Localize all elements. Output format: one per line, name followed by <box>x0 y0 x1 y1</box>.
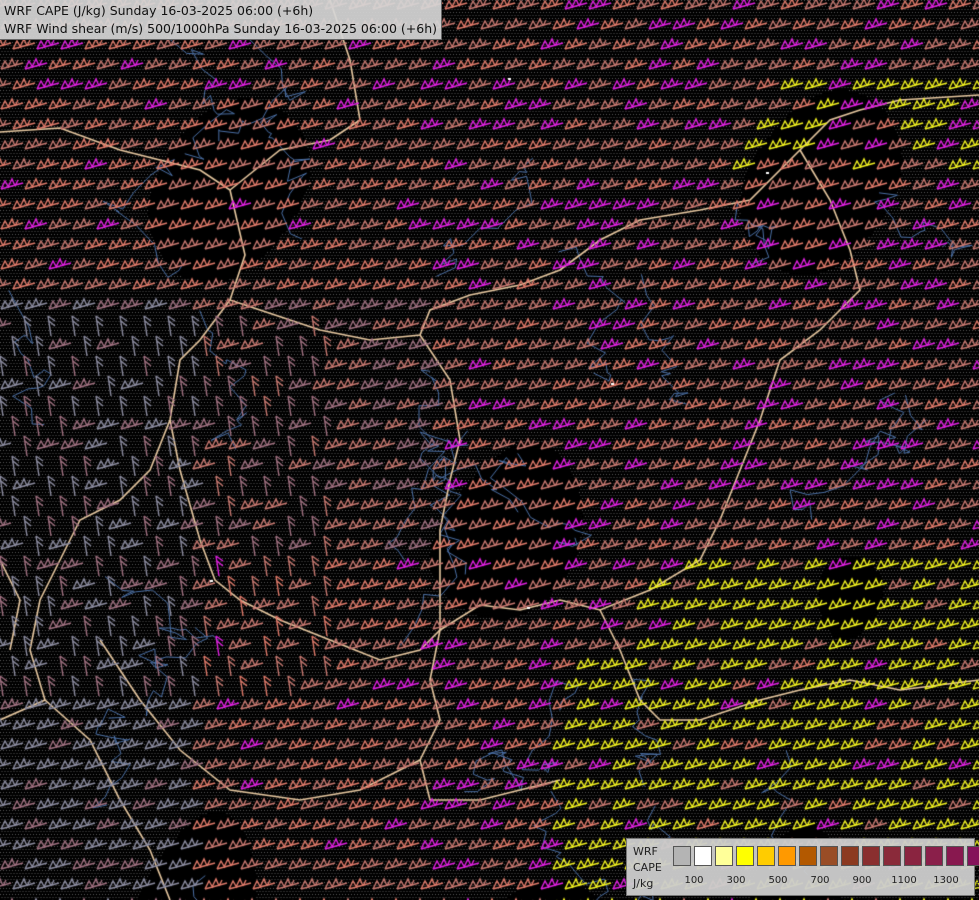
legend-swatch <box>673 846 691 866</box>
legend-swatch <box>967 846 979 866</box>
legend-label-wrf: WRF <box>633 845 658 858</box>
legend-swatch <box>778 846 796 866</box>
legend-swatch <box>841 846 859 866</box>
cape-title: WRF CAPE (J/kg) Sunday 16-03-2025 06:00 … <box>4 3 314 18</box>
legend-swatch <box>736 846 754 866</box>
legend-swatch <box>946 846 964 866</box>
legend-swatch <box>862 846 880 866</box>
legend-tick-label: 1100 <box>891 875 917 886</box>
legend-swatch <box>757 846 775 866</box>
legend-tick-label: 300 <box>726 875 746 886</box>
legend-swatch <box>904 846 922 866</box>
legend-swatch <box>715 846 733 866</box>
legend-label-unit: J/kg <box>633 877 654 890</box>
wind-shear-title: WRF Wind shear (m/s) 500/1000hPa Sunday … <box>4 21 437 36</box>
legend-tick-label: 100 <box>684 875 704 886</box>
legend-swatches <box>673 846 979 866</box>
legend-swatch <box>694 846 712 866</box>
legend-tick-label: 700 <box>810 875 830 886</box>
legend-tick-label: 900 <box>852 875 872 886</box>
cape-legend: WRF CAPE J/kg 100 300 500 700 900 1100 1300 150… <box>626 838 979 896</box>
legend-ticks: 100 300 500 700 900 1100 1300 1500 <box>673 875 979 889</box>
legend-swatch <box>925 846 943 866</box>
map-title-box: WRF CAPE (J/kg) Sunday 16-03-2025 06:00 … <box>0 0 442 40</box>
legend-tick-label: 1300 <box>933 875 959 886</box>
legend-swatch <box>799 846 817 866</box>
legend-label-cape: CAPE <box>633 861 662 874</box>
wind-shear-map <box>0 0 979 900</box>
legend-swatch <box>883 846 901 866</box>
legend-tick-label: 1500 <box>975 875 979 886</box>
legend-swatch <box>820 846 838 866</box>
legend-tick-label: 500 <box>768 875 788 886</box>
